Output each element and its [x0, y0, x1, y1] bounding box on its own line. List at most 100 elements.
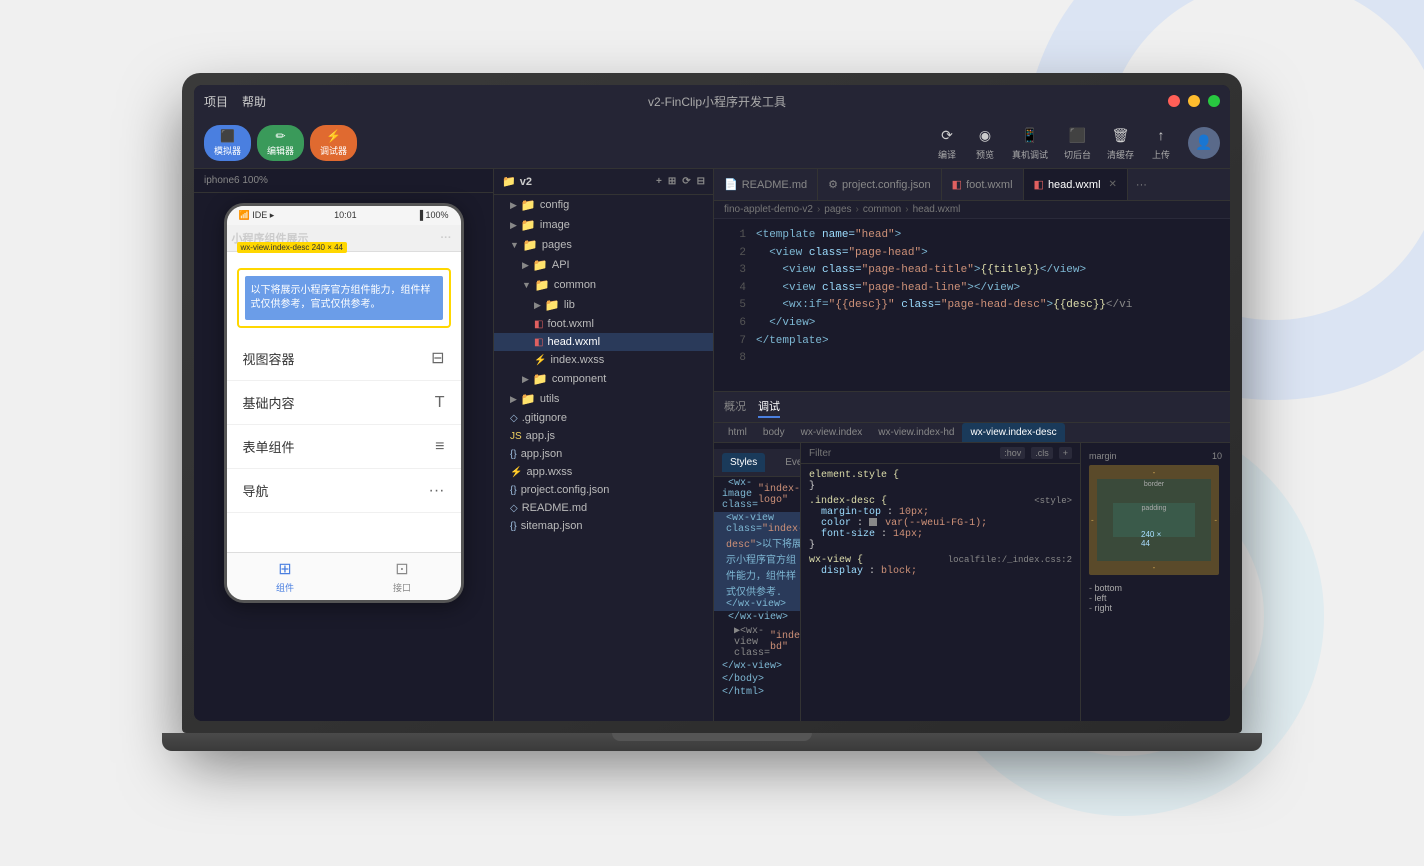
menu-item-help[interactable]: 帮助 [242, 93, 266, 110]
tree-item-lib[interactable]: ▶ 📁 lib [494, 295, 713, 315]
minimize-button[interactable] [1188, 95, 1200, 107]
folder-icon: 📁 [545, 298, 560, 312]
menu-item-project[interactable]: 项目 [204, 93, 228, 110]
laptop-screen: 项目 帮助 v2-FinClip小程序开发工具 ⬛ [194, 85, 1230, 721]
tree-item-readme[interactable]: ◇ README.md [494, 499, 713, 517]
tree-item-label: common [554, 279, 596, 291]
dom-row-5[interactable]: </body> [714, 673, 800, 686]
tab-more-icon[interactable]: ··· [1128, 179, 1155, 191]
elem-tab-wx-view-index[interactable]: wx-view.index [793, 423, 871, 442]
margin-bottom-val: - [1153, 563, 1156, 572]
maximize-button[interactable] [1208, 95, 1220, 107]
phone-menu-item-1[interactable]: 基础内容 T [227, 381, 461, 425]
dom-row-4[interactable]: </wx-view> [714, 660, 800, 673]
tree-item-project-config[interactable]: {} project.config.json [494, 481, 713, 499]
tree-item-label: foot.wxml [547, 318, 593, 330]
tree-item-common[interactable]: ▼ 📁 common [494, 275, 713, 295]
title-bar: 项目 帮助 v2-FinClip小程序开发工具 [194, 85, 1230, 117]
dom-row-3[interactable]: ▶<wx-view class="index-bd">_</wx-view> [714, 624, 800, 660]
tree-item-image[interactable]: ▶ 📁 image [494, 215, 713, 235]
tree-item-app-json[interactable]: {} app.json [494, 445, 713, 463]
code-line-7: 7 </template> [714, 333, 1230, 351]
tree-item-gitignore[interactable]: ◇ .gitignore [494, 409, 713, 427]
dom-row-0[interactable]: <wx-image class="index-logo" src="../res… [714, 477, 800, 512]
nav-item-component[interactable]: ⊞ 组件 [227, 553, 344, 600]
tree-item-utils[interactable]: ▶ 📁 utils [494, 389, 713, 409]
upload-label: 上传 [1152, 148, 1170, 161]
tab-debug[interactable]: 调试 [758, 396, 780, 418]
tree-item-app-js[interactable]: JS app.js [494, 427, 713, 445]
phone-component: wx-view.index-desc 240 × 44 以下将展示小程序官方组件… [227, 252, 461, 336]
filter-tag-cls[interactable]: .cls [1031, 447, 1053, 459]
elem-tab-body[interactable]: body [755, 423, 793, 442]
tree-new-folder-icon[interactable]: ⊞ [668, 176, 676, 187]
elem-tab-wx-view-index-hd[interactable]: wx-view.index-hd [870, 423, 962, 442]
tree-item-label: project.config.json [521, 484, 610, 496]
tree-item-api[interactable]: ▶ 📁 API [494, 255, 713, 275]
line-number: 5 [722, 297, 746, 315]
close-button[interactable] [1168, 95, 1180, 107]
simulator-button[interactable]: ⬛ 模拟器 [204, 125, 251, 161]
filter-tag-plus[interactable]: + [1059, 447, 1072, 459]
style-val: var(--weui-FG-1); [885, 518, 987, 529]
tree-item-config[interactable]: ▶ 📁 config [494, 195, 713, 215]
filter-tag-hov[interactable]: :hov [1000, 447, 1025, 459]
dom-row-2[interactable]: </wx-view> [714, 611, 800, 624]
phone-menu-icon-2: ≡ [435, 438, 444, 456]
style-source: <style> [1034, 496, 1072, 506]
tab-readme[interactable]: 📄 README.md [714, 169, 818, 200]
debugger-button[interactable]: ⚡ 调试器 [310, 125, 357, 161]
panel-tab-styles[interactable]: Styles [722, 453, 765, 472]
preview-action[interactable]: ◉ 预览 [974, 124, 996, 161]
phone-menu-item-2[interactable]: 表单组件 ≡ [227, 425, 461, 469]
breadcrumb-part-1: pages [824, 204, 851, 215]
upload-action[interactable]: ↑ 上传 [1150, 124, 1172, 161]
file-icon: ◇ [510, 413, 518, 424]
tab-overview[interactable]: 概况 [724, 396, 746, 418]
styles-panel: :hov .cls + element.style { } [800, 443, 1080, 721]
styles-filter-input[interactable] [809, 448, 994, 459]
dom-row-1[interactable]: <wx-view class="index-desc">以下将展示小程序官方组件… [714, 512, 800, 611]
tree-refresh-icon[interactable]: ⟳ [682, 176, 690, 187]
clear-cache-icon: 🗑 [1109, 124, 1131, 146]
tree-collapse-icon[interactable]: ⊟ [697, 176, 705, 187]
tree-item-index-wxss[interactable]: ⚡ index.wxss [494, 351, 713, 369]
device-debug-action[interactable]: 📱 真机调试 [1012, 124, 1048, 161]
code-area[interactable]: 1 <template name="head"> 2 <view class="… [714, 219, 1230, 391]
tab-project-config[interactable]: ⚙ project.config.json [818, 169, 942, 200]
nav-item-interface[interactable]: ⊡ 接口 [344, 553, 461, 600]
code-content: </view> [756, 315, 815, 333]
user-avatar[interactable]: 👤 [1188, 127, 1220, 159]
background-action[interactable]: ⬛ 切后台 [1064, 124, 1091, 161]
tree-item-foot-wxml[interactable]: ◧ foot.wxml [494, 315, 713, 333]
code-content: <view class="page-head"> [756, 245, 928, 263]
preview-label: 预览 [976, 148, 994, 161]
chevron-right-icon: ▶ [510, 200, 517, 211]
tree-item-label: head.wxml [547, 336, 600, 348]
tree-item-label: app.wxss [526, 466, 572, 478]
phone-menu-item-0[interactable]: 视图容器 ⊟ [227, 336, 461, 381]
close-tab-icon[interactable]: ✕ [1109, 179, 1117, 190]
debugger-label: 调试器 [320, 144, 347, 157]
tree-new-file-icon[interactable]: + [656, 176, 662, 187]
tab-foot-wxml[interactable]: ◧ foot.wxml [942, 169, 1024, 200]
simulator-icon: ⬛ [220, 129, 235, 143]
tree-item-app-wxss[interactable]: ⚡ app.wxss [494, 463, 713, 481]
editor-button[interactable]: ✏ 编辑器 [257, 125, 304, 161]
compile-action[interactable]: ⟳ 编译 [936, 124, 958, 161]
dom-row-6[interactable]: </html> [714, 686, 800, 699]
folder-icon: 📁 [521, 218, 536, 232]
panel-tab-event-listeners[interactable]: Event Listeners [777, 453, 800, 472]
devtools-top-tabs: 概况 调试 [714, 392, 1230, 423]
elem-tab-wx-view-index-desc[interactable]: wx-view.index-desc [962, 423, 1064, 442]
tab-head-wxml[interactable]: ◧ head.wxml ✕ [1024, 169, 1128, 200]
elem-tab-html[interactable]: html [720, 423, 755, 442]
tree-item-sitemap[interactable]: {} sitemap.json [494, 517, 713, 535]
tree-item-pages[interactable]: ▼ 📁 pages [494, 235, 713, 255]
tree-root-label: v2 [520, 176, 532, 188]
chevron-down-icon: ▼ [510, 240, 519, 250]
tree-item-component[interactable]: ▶ 📁 component [494, 369, 713, 389]
tree-item-head-wxml[interactable]: ◧ head.wxml [494, 333, 713, 351]
phone-menu-item-3[interactable]: 导航 ··· [227, 469, 461, 513]
clear-cache-action[interactable]: 🗑 清缓存 [1107, 124, 1134, 161]
